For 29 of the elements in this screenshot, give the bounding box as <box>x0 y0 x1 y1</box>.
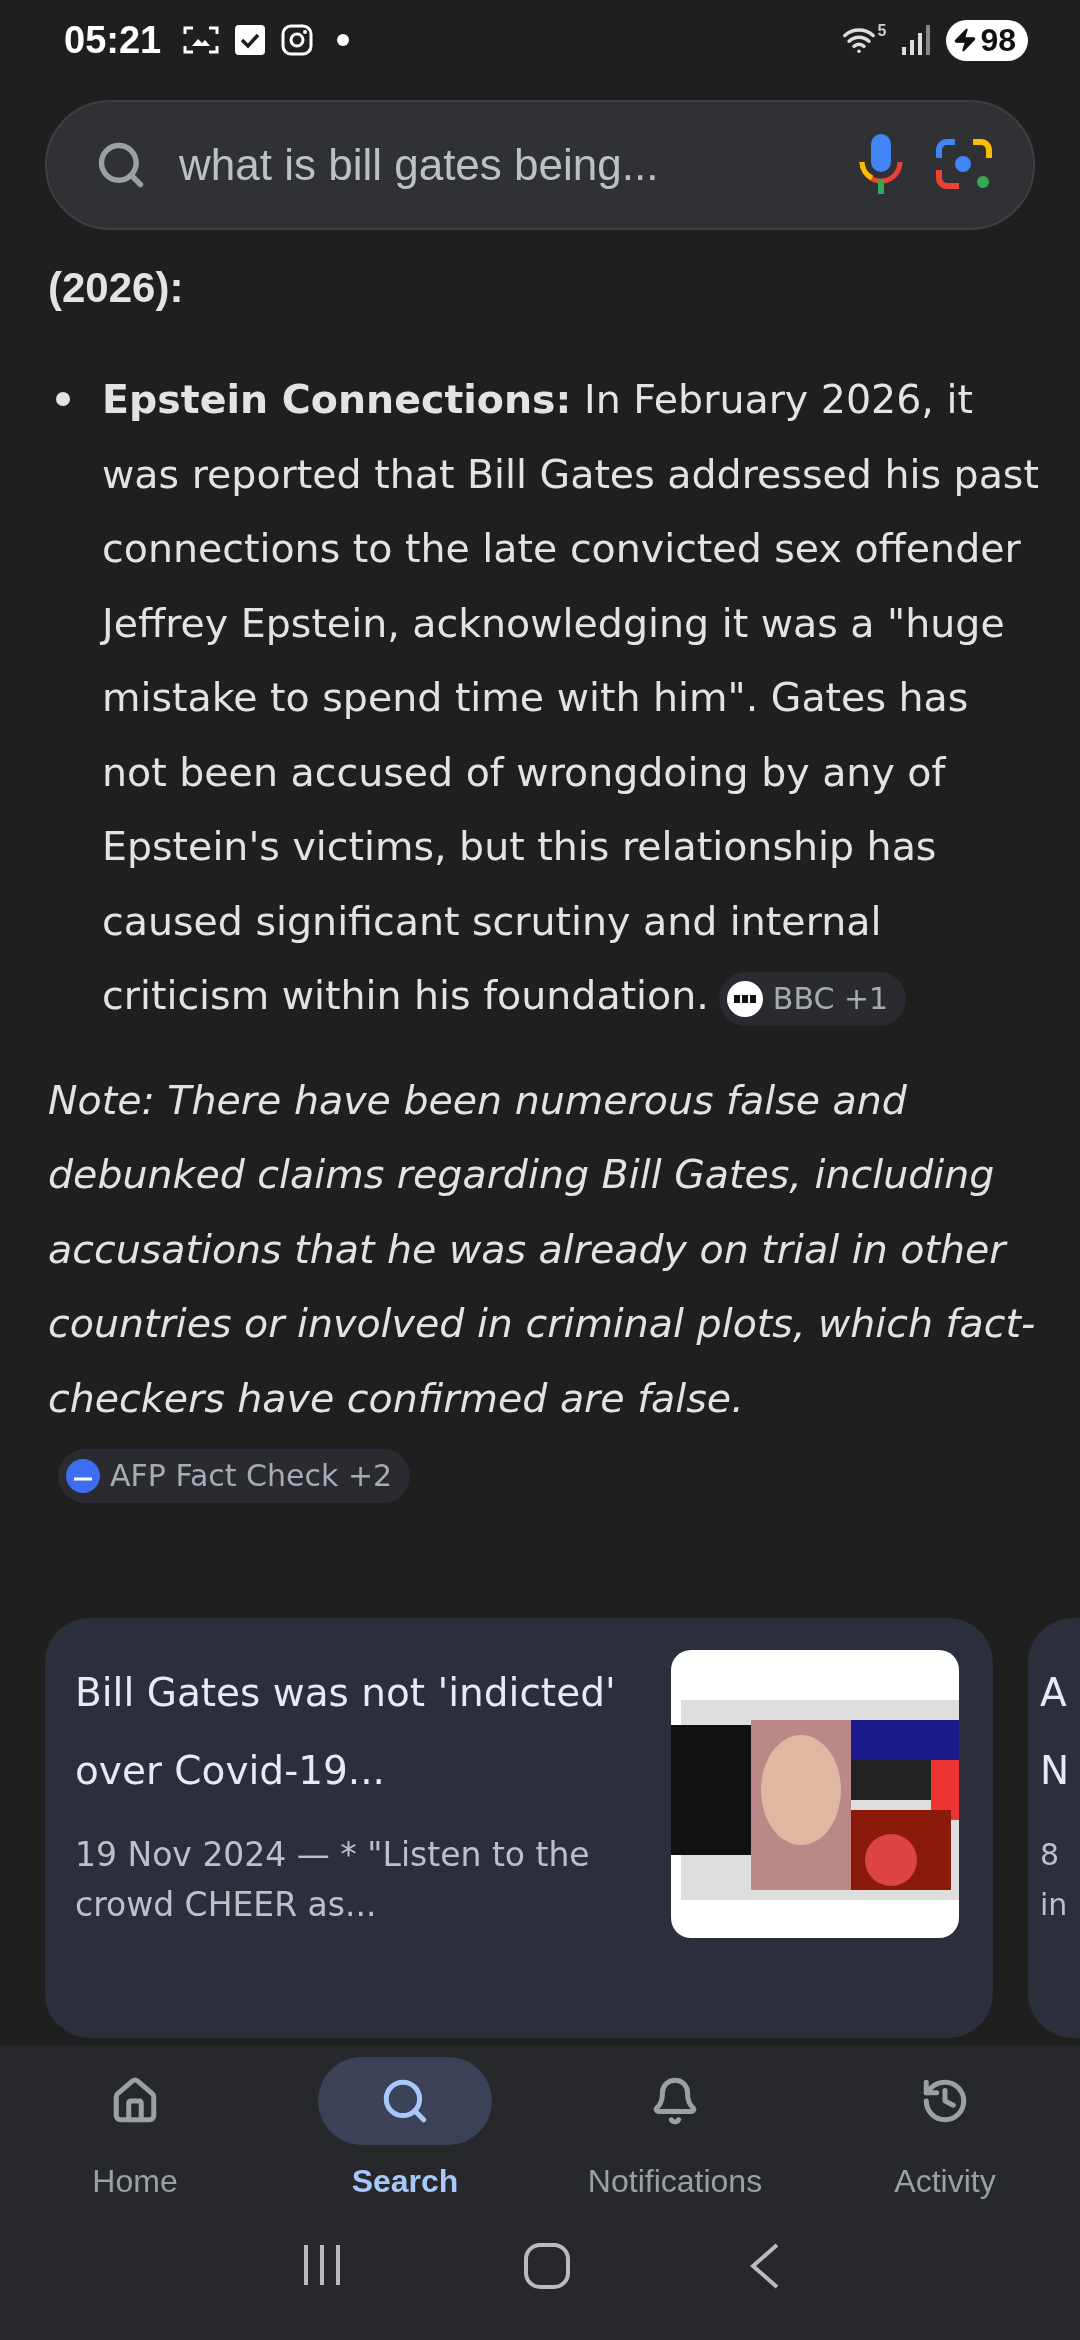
signal-icon <box>902 25 931 55</box>
nav-tab[interactable]: Notifications <box>540 2045 810 2235</box>
source-chip[interactable]: BBC +1 <box>718 971 907 1026</box>
result-card[interactable]: A N 8 in <box>1028 1617 1080 2038</box>
nav-tab[interactable]: Activity <box>810 2045 1080 2235</box>
camera-icon <box>281 24 314 56</box>
bullet-text: Epstein Connections: In February 2026, it was reported that Bill Gates addressed his past connections to the late convicted sex offender Jeffrey Epstein, acknowledging it was a "huge mistake to spend time with him". Gates has not been accused of wrongdoing by any of Epstein's victims, but this relationship has caused significant scrutiny and internal criticism within his foundation. BBC +1 <box>102 362 1040 1033</box>
card-snippet: 8 in <box>1040 1835 1069 1924</box>
note-text: Note: There have been numerous false and debunked claims regarding Bill Gates, including accusations that he was already on trial in other countries or involved in criminal plots, which fact-checkers have confirmed are false. AFP Fact Check +2 <box>48 1062 1044 1510</box>
card-title: A N <box>1040 1668 1071 1795</box>
camera-lens-icon[interactable] <box>935 138 993 192</box>
source-logo-icon <box>726 980 763 1017</box>
source-logo-icon <box>66 1458 100 1493</box>
bullet-dot <box>56 392 70 406</box>
source-chip[interactable]: AFP Fact Check +2 <box>58 1448 411 1503</box>
battery-indicator: 98 <box>946 19 1028 61</box>
notification-dot <box>337 34 350 46</box>
search-field[interactable]: what is bill gates being... <box>45 100 1035 230</box>
microphone-icon[interactable] <box>859 134 903 196</box>
nav-tab[interactable]: Search <box>270 2045 540 2235</box>
nav-tab[interactable]: Home <box>0 2045 270 2235</box>
status-time: 05:21 <box>64 18 162 62</box>
screenshot-icon <box>183 24 220 56</box>
checkbox-icon <box>235 25 266 55</box>
card-title: Bill Gates was not 'indicted' over Covid-19... <box>75 1668 617 1795</box>
section-heading: (2026): <box>47 263 185 313</box>
wifi-band-label: 5 <box>877 22 887 40</box>
result-card[interactable]: Bill Gates was not 'indicted' over Covid-19... 19 Nov 2024 — * "Listen to the crowd CHEER as... <box>45 1617 993 2038</box>
card-snippet: 19 Nov 2024 — * "Listen to the crowd CHEER as... <box>75 1833 591 1926</box>
